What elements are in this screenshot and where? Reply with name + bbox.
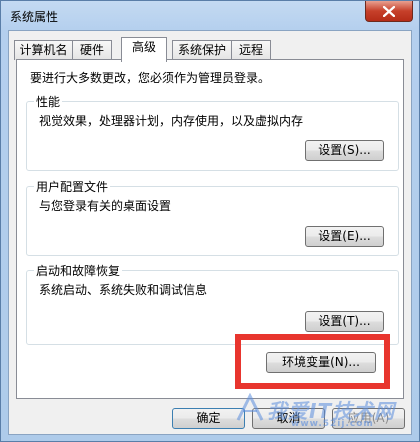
user-profiles-description: 与您登录有关的桌面设置 bbox=[39, 199, 172, 213]
tab-remote[interactable]: 远程 bbox=[231, 40, 271, 60]
close-icon bbox=[383, 5, 395, 17]
startup-recovery-title: 启动和故障恢复 bbox=[34, 262, 123, 279]
admin-notice: 要进行大多数更改，您必须作为管理员登录。 bbox=[30, 71, 271, 85]
watermark-logo-icon bbox=[236, 393, 264, 421]
startup-recovery-description: 系统启动、系统失败和调试信息 bbox=[39, 283, 208, 297]
title-bar[interactable]: 系统属性 bbox=[1, 1, 419, 31]
startup-recovery-settings-button[interactable]: 设置(T)... bbox=[305, 311, 384, 332]
close-button[interactable] bbox=[365, 1, 413, 22]
performance-title: 性能 bbox=[34, 93, 63, 110]
performance-description: 视觉效果，处理器计划，内存使用，以及虚拟内存 bbox=[39, 114, 304, 128]
user-profiles-settings-button[interactable]: 设置(E)... bbox=[305, 226, 384, 247]
user-profiles-title: 用户配置文件 bbox=[34, 178, 111, 195]
highlight-box bbox=[235, 334, 390, 389]
tab-advanced[interactable]: 高级 bbox=[121, 37, 167, 62]
tab-computer-name[interactable]: 计算机名 bbox=[14, 40, 73, 60]
window-title: 系统属性 bbox=[10, 10, 59, 24]
tab-hardware[interactable]: 硬件 bbox=[72, 40, 112, 60]
system-properties-window: 系统属性 计算机名 硬件 高级 系统保护 远程 要进行大多数更改，您必须作为管理… bbox=[0, 0, 420, 442]
tab-system-protection[interactable]: 系统保护 bbox=[172, 40, 232, 60]
watermark-url: www.52ij.com bbox=[291, 419, 374, 429]
watermark: 我爱IT技术网 www.52ij.com bbox=[235, 393, 415, 439]
performance-settings-button[interactable]: 设置(S)... bbox=[305, 140, 384, 161]
